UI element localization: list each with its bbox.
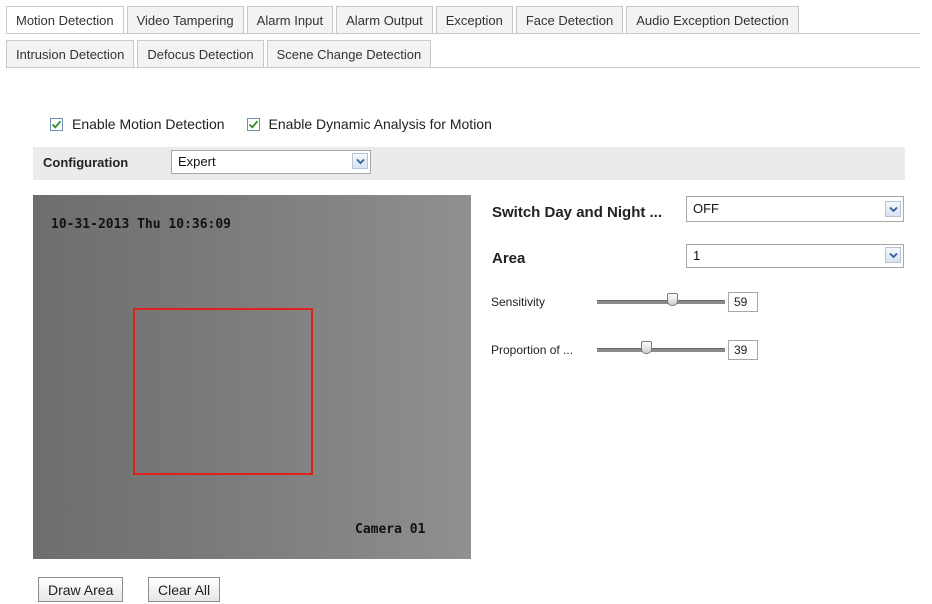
area-select[interactable]: 1 bbox=[686, 244, 904, 268]
tab-motion-detection[interactable]: Motion Detection bbox=[6, 6, 124, 33]
tab-row-1: Motion Detection Video Tampering Alarm I… bbox=[6, 6, 802, 33]
tab-scene-change-detection[interactable]: Scene Change Detection bbox=[266, 40, 432, 67]
video-timestamp: 10-31-2013 Thu 10:36:09 bbox=[51, 217, 232, 232]
chevron-down-icon[interactable] bbox=[885, 201, 901, 217]
proportion-label: Proportion of ... bbox=[491, 343, 574, 357]
check-icon bbox=[51, 120, 62, 129]
sensitivity-slider[interactable] bbox=[597, 300, 725, 304]
switch-day-night-select[interactable]: OFF bbox=[686, 196, 904, 222]
proportion-value: 39 bbox=[734, 343, 748, 357]
sensitivity-value-box[interactable]: 59 bbox=[728, 292, 758, 312]
configuration-bar: Configuration Expert bbox=[33, 147, 905, 180]
tab-exception[interactable]: Exception bbox=[435, 6, 513, 33]
tab-defocus-detection[interactable]: Defocus Detection bbox=[137, 40, 264, 67]
sensitivity-label: Sensitivity bbox=[491, 295, 546, 309]
tab-intrusion-detection[interactable]: Intrusion Detection bbox=[6, 40, 135, 67]
tab-alarm-output[interactable]: Alarm Output bbox=[336, 6, 433, 33]
tab-divider bbox=[6, 67, 920, 68]
tab-row-2: Intrusion Detection Defocus Detection Sc… bbox=[6, 40, 434, 67]
check-icon bbox=[248, 120, 258, 129]
enable-motion-checkbox[interactable] bbox=[50, 117, 63, 131]
clear-all-button[interactable]: Clear All bbox=[148, 577, 221, 602]
tab-alarm-input[interactable]: Alarm Input bbox=[246, 6, 334, 33]
draw-area-button[interactable]: Draw Area bbox=[38, 577, 124, 602]
camera-name: Camera 01 bbox=[355, 522, 426, 537]
enable-motion-label: Enable Motion Detection bbox=[72, 116, 225, 132]
tab-video-tampering[interactable]: Video Tampering bbox=[126, 6, 244, 33]
area-label: Area bbox=[492, 250, 526, 267]
switch-day-night-value: OFF bbox=[693, 201, 719, 216]
tab-face-detection[interactable]: Face Detection bbox=[515, 6, 624, 33]
tab-audio-exception-detection[interactable]: Audio Exception Detection bbox=[626, 6, 799, 33]
sensitivity-slider-handle[interactable] bbox=[667, 293, 679, 306]
proportion-slider-handle[interactable] bbox=[641, 341, 653, 354]
configuration-label: Configuration bbox=[43, 155, 129, 170]
configuration-select[interactable]: Expert bbox=[171, 150, 371, 174]
proportion-slider[interactable] bbox=[597, 348, 725, 352]
live-video-view[interactable]: 10-31-2013 Thu 10:36:09 Camera 01 bbox=[33, 195, 471, 559]
chevron-down-icon[interactable] bbox=[885, 247, 901, 263]
motion-area-box[interactable] bbox=[133, 308, 313, 475]
tab-divider bbox=[6, 33, 920, 34]
configuration-value: Expert bbox=[178, 154, 216, 169]
enable-dynamic-label: Enable Dynamic Analysis for Motion bbox=[268, 116, 492, 132]
sensitivity-value: 59 bbox=[734, 295, 748, 309]
enable-dynamic-checkbox[interactable] bbox=[246, 117, 260, 131]
switch-day-night-label: Switch Day and Night ... bbox=[492, 204, 663, 221]
area-value: 1 bbox=[693, 248, 701, 263]
chevron-down-icon[interactable] bbox=[352, 153, 368, 169]
enable-options: Enable Motion Detection Enable Dynamic A… bbox=[50, 116, 492, 132]
proportion-value-box[interactable]: 39 bbox=[728, 340, 758, 360]
